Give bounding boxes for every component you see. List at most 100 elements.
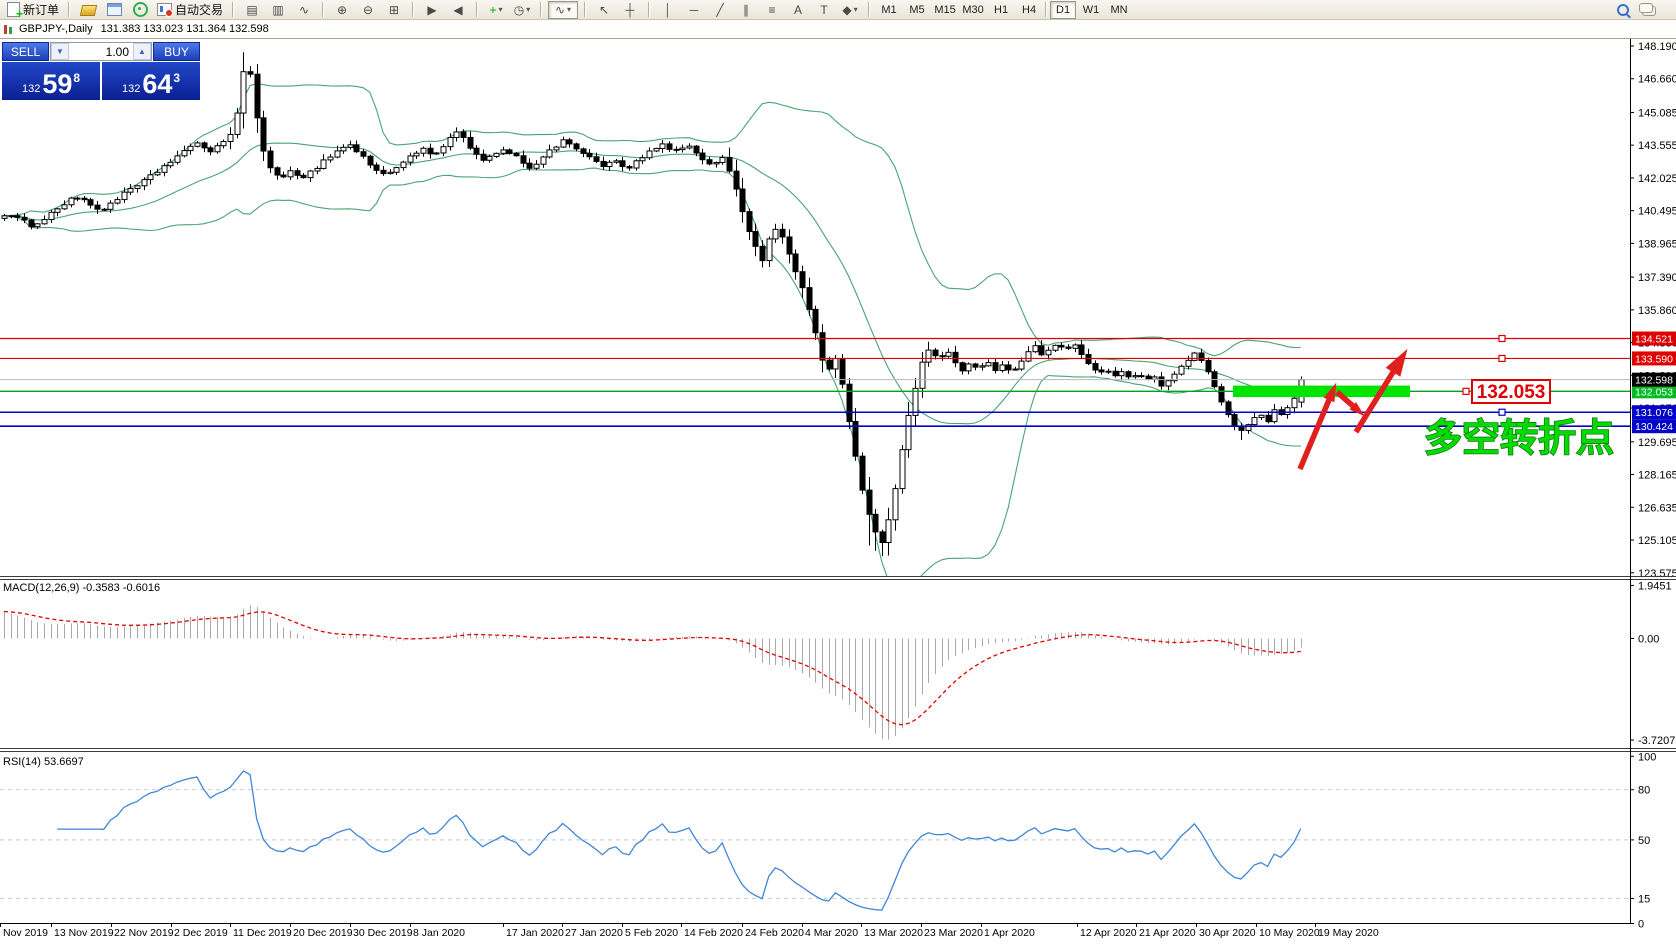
hline-tool-button[interactable]: ─ [682,0,706,19]
candlestick-button[interactable]: ▥ [266,0,290,19]
svg-text:80: 80 [1638,785,1650,797]
navigator-button[interactable] [128,0,152,19]
timeframe-h1[interactable]: H1 [988,1,1014,19]
chevron-down-icon[interactable]: ▾ [567,5,571,14]
svg-text:13 Mar 2020: 13 Mar 2020 [864,927,923,939]
new-order-icon [7,2,23,21]
volume-value[interactable]: 1.00 [69,43,133,60]
svg-text:24 Feb 2020: 24 Feb 2020 [745,927,804,939]
volume-decrease-button[interactable]: ▼ [51,43,69,60]
zoom-out-button[interactable]: ⊖ [356,0,380,19]
top-toolbar: 新订单自动交易▤▥∿⊕⊖⊞▶◀+▾◷▾∿▾↖┼│─╱∥≡AT◆▾M1M5M15M… [0,0,1676,21]
zoom-in-icon: ⊕ [337,2,348,17]
svg-text:12 Apr 2020: 12 Apr 2020 [1080,927,1137,939]
channel-tool-button[interactable]: ∥ [734,0,758,19]
text-tool-button[interactable]: A [786,0,810,19]
chevron-down-icon[interactable]: ▾ [499,5,503,14]
trendline-tool-button[interactable]: ╱ [708,0,732,19]
chart-canvas[interactable]: 148.190 146.660 145.085 143.555 142.025 140.4… [0,0,1676,944]
svg-text:128.165: 128.165 [1638,470,1676,482]
toolbar-separator [476,2,479,17]
turning-point-annotation[interactable]: 多空转折点 [1423,417,1614,460]
sell-price-sup: 8 [73,71,81,85]
chart-type-icon: ∿ [554,2,566,17]
svg-text:30 Dec 2019: 30 Dec 2019 [353,927,413,939]
cursor-icon: ↖ [599,2,610,17]
rsi-axis: 100 80 50 15 0 [1630,751,1656,931]
timeframe-m15[interactable]: M15 [932,1,958,19]
toolbar-group: ⊕ ⊖ ⊞ [326,0,410,19]
auto-scroll-icon: ▶ [427,2,437,17]
chart-title-bar: GBPJPY-,Daily 131.383 133.023 131.364 13… [0,20,1676,39]
new-order-button[interactable]: 新订单 [4,0,62,21]
vline-tool-button[interactable]: │ [656,0,680,19]
line-chart-button[interactable]: ∿ [292,0,316,19]
toolbar-group: ∿ ▾ [544,0,582,19]
chevron-down-icon[interactable]: ▾ [854,5,858,14]
tile-windows-button[interactable]: ⊞ [382,0,406,19]
data-window-button[interactable] [102,0,126,19]
toolbar-group: ▶ ◀ [416,0,474,19]
trend-arrow-3[interactable] [1353,363,1400,434]
timeframe-m5[interactable]: M5 [904,1,930,19]
search-button[interactable] [1611,0,1635,19]
timeframe-group: M1 M5 M15 M30 H1 H4 D1 W1 MN [872,0,1136,19]
svg-text:5 Feb 2020: 5 Feb 2020 [625,927,678,939]
price-callout-text: 132.053 [1477,382,1546,403]
shapes-tool-button[interactable]: ◆ ▾ [838,0,862,19]
bar-chart-icon: ▤ [246,2,258,17]
timeframe-m1[interactable]: M1 [876,1,902,19]
indicators-button[interactable]: + ▾ [484,0,508,19]
svg-text:10 May 2020: 10 May 2020 [1259,927,1320,939]
svg-text:27 Jan 2020: 27 Jan 2020 [565,927,623,939]
svg-text:23 Mar 2020: 23 Mar 2020 [924,927,983,939]
timeframe-h4[interactable]: H4 [1016,1,1042,19]
timeframe-w1[interactable]: W1 [1078,1,1104,19]
community-button[interactable] [1637,0,1661,19]
buy-price-sup: 3 [173,71,181,85]
period-button[interactable]: ◷ ▾ [510,0,534,19]
svg-text:8 Jan 2020: 8 Jan 2020 [413,927,465,939]
timeframe-mn[interactable]: MN [1106,1,1132,19]
toolbar-group: ▤ ▥ ∿ [236,0,320,19]
auto-scroll-button[interactable]: ▶ [420,0,444,19]
zoom-in-button[interactable]: ⊕ [330,0,354,19]
sell-price-big: 59 [42,69,73,99]
svg-text:-3.7207: -3.7207 [1638,735,1675,747]
crosshair-button[interactable]: ┼ [618,0,642,19]
vertical-line-icon: │ [664,2,672,17]
chevron-down-icon[interactable]: ▾ [526,5,530,14]
buy-button[interactable]: BUY [153,42,200,61]
svg-text:134.521: 134.521 [1635,334,1673,346]
chat-icon [1639,2,1656,16]
market-watch-button[interactable] [76,0,100,19]
timeframe-d1[interactable]: D1 [1050,0,1077,19]
timeframe-m30[interactable]: M30 [960,1,986,19]
label-tool-button[interactable]: T [812,0,836,19]
fibonacci-icon: ≡ [768,2,776,17]
sell-button[interactable]: SELL [2,42,49,61]
cursor-button[interactable]: ↖ [592,0,616,19]
chart-type-button[interactable]: ∿ ▾ [548,0,579,19]
trend-arrow-1[interactable] [1297,393,1334,471]
svg-text:142.025: 142.025 [1638,173,1676,185]
toolbar-separator [322,2,325,17]
bar-chart-button[interactable]: ▤ [240,0,264,19]
chart-shift-button[interactable]: ◀ [446,0,470,19]
buy-price-display[interactable]: 132 64 3 [102,62,200,100]
svg-text:13 Nov 2019: 13 Nov 2019 [54,927,114,939]
fibonacci-tool-button[interactable]: ≡ [760,0,784,19]
svg-text:4 Mar 2020: 4 Mar 2020 [805,927,858,939]
svg-text:143.555: 143.555 [1638,140,1676,152]
svg-text:50: 50 [1638,835,1650,847]
indicators-icon: + [489,2,497,17]
sell-price-display[interactable]: 132 59 8 [2,62,100,100]
chart-window-icon [3,24,15,35]
text-icon: A [794,2,803,17]
svg-text:1.9451: 1.9451 [1638,580,1672,592]
svg-text:140.495: 140.495 [1638,206,1676,218]
volume-increase-button[interactable]: ▲ [133,43,151,60]
toolbar-group: ↖ ┼ [588,0,646,19]
autotrade-button[interactable]: 自动交易 [154,0,226,19]
volume-stepper[interactable]: ▼ 1.00 ▲ [50,42,152,61]
